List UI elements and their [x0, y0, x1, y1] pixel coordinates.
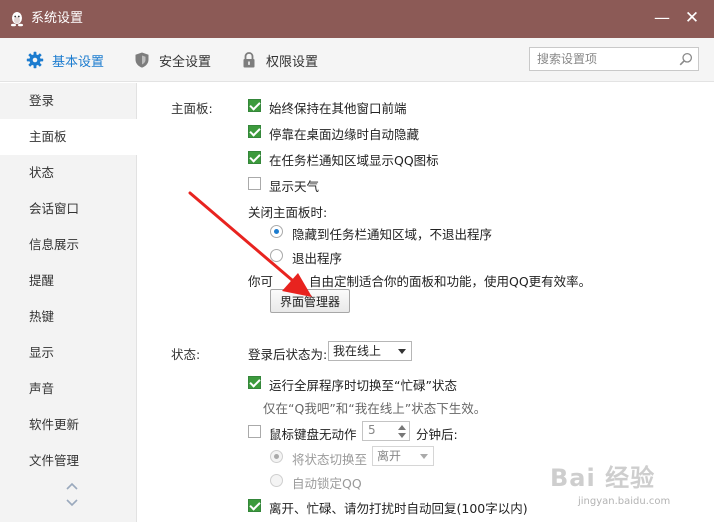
chevron-up-icon[interactable] — [65, 481, 79, 491]
baidu-watermark: Bai 经验 jingyan.baidu.com — [550, 456, 710, 516]
sidebar-item-chat-window[interactable]: 会话窗口 — [0, 191, 137, 227]
hide-to-tray-label: 隐藏到任务栏通知区域，不退出程序 — [292, 227, 493, 242]
settings-sidebar: 登录 主面板 状态 会话窗口 信息展示 提醒 热键 显示 声音 软件更新 文件管… — [0, 83, 137, 522]
idle-switch-status-select[interactable]: 离开 — [372, 446, 434, 466]
checkbox-auto-reply[interactable] — [248, 499, 261, 512]
settings-search-box — [529, 47, 699, 71]
lock-icon — [243, 52, 255, 68]
idle-switch-status-value: 离开 — [377, 449, 402, 463]
sidebar-item-hotkeys[interactable]: 热键 — [0, 299, 137, 335]
watermark-text: Bai 经验 — [550, 464, 656, 492]
idle-minutes-stepper[interactable]: 5 — [362, 421, 410, 441]
customize-hint-text: 自由定制适合你的面板和功能，使用QQ更有效率。 — [309, 274, 592, 289]
checkbox-auto-hide-edge[interactable] — [248, 125, 261, 138]
stepper-up-icon[interactable] — [398, 425, 406, 430]
interface-manager-button[interactable]: 界面管理器 — [270, 289, 350, 313]
exit-program-label: 退出程序 — [292, 251, 343, 266]
qq-penguin-icon — [10, 12, 24, 27]
always-on-top-label: 始终保持在其他窗口前端 — [269, 101, 407, 116]
gear-icon — [26, 51, 44, 69]
idle-detect-label: 鼠标键盘无动作 — [269, 427, 357, 442]
sidebar-item-main-panel[interactable]: 主面板 — [0, 119, 137, 155]
tab-basic-settings[interactable]: 基本设置 — [26, 38, 104, 82]
watermark-url: jingyan.baidu.com — [578, 496, 671, 507]
idle-minutes-value: 5 — [368, 423, 376, 437]
close-button[interactable]: ✕ — [682, 8, 702, 28]
radio-hide-to-tray[interactable] — [270, 225, 283, 238]
chevron-down-icon[interactable] — [65, 498, 79, 508]
fullscreen-busy-label: 运行全屏程序时切换至“忙碌”状态 — [269, 378, 457, 393]
search-input[interactable] — [530, 48, 676, 70]
sidebar-item-sound[interactable]: 声音 — [0, 371, 137, 407]
show-weather-label: 显示天气 — [269, 179, 320, 194]
idle-minutes-suffix: 分钟后: — [416, 427, 458, 442]
radio-idle-switch-status[interactable] — [270, 450, 283, 463]
sidebar-item-software-update[interactable]: 软件更新 — [0, 407, 137, 443]
fullscreen-busy-note: 仅在“Q我吧”和“我在线上”状态下生效。 — [263, 401, 487, 416]
after-login-status-value: 我在线上 — [333, 344, 382, 358]
radio-idle-lock-qq[interactable] — [270, 474, 283, 487]
checkbox-always-on-top[interactable] — [248, 99, 261, 112]
auto-reply-label: 离开、忙碌、请勿打扰时自动回复(100字以内) — [269, 501, 528, 516]
status-section-label: 状态: — [171, 347, 201, 362]
close-main-panel-label: 关闭主面板时: — [248, 205, 328, 220]
tab-permission-settings[interactable]: 权限设置 — [240, 38, 318, 82]
dropdown-caret-icon — [420, 454, 428, 459]
radio-exit-program[interactable] — [270, 249, 283, 262]
sidebar-item-info-display[interactable]: 信息展示 — [0, 227, 137, 263]
checkbox-show-tray-icon[interactable] — [248, 151, 261, 164]
checkbox-show-weather[interactable] — [248, 177, 261, 190]
sidebar-item-reminder[interactable]: 提醒 — [0, 263, 137, 299]
sidebar-item-display[interactable]: 显示 — [0, 335, 137, 371]
after-login-status-select[interactable]: 我在线上 — [328, 341, 412, 361]
minimize-button[interactable]: — — [652, 8, 672, 28]
dropdown-caret-icon — [398, 349, 406, 354]
idle-lock-qq-label: 自动锁定QQ — [292, 476, 362, 491]
shield-icon — [135, 52, 149, 68]
after-login-status-label: 登录后状态为: — [248, 347, 328, 362]
checkbox-fullscreen-busy[interactable] — [248, 376, 261, 389]
tab-label: 基本设置 — [52, 54, 105, 70]
auto-hide-edge-label: 停靠在桌面边缘时自动隐藏 — [269, 127, 420, 142]
sidebar-item-login[interactable]: 登录 — [0, 83, 137, 119]
sidebar-item-status[interactable]: 状态 — [0, 155, 137, 191]
window-title: 系统设置 — [31, 11, 84, 26]
show-tray-icon-label: 在任务栏通知区域显示QQ图标 — [269, 153, 439, 168]
stepper-down-icon[interactable] — [398, 433, 406, 438]
customize-hint-prefix: 你可 — [248, 274, 274, 289]
tab-label: 权限设置 — [266, 54, 319, 70]
title-bar: 系统设置 — ✕ — [0, 0, 714, 38]
main-panel-section-label: 主面板: — [171, 101, 213, 116]
tab-label: 安全设置 — [159, 54, 212, 70]
search-icon[interactable] — [679, 52, 693, 66]
checkbox-idle-detect[interactable] — [248, 425, 261, 438]
sidebar-item-file-management[interactable]: 文件管理 — [0, 443, 137, 479]
tab-security-settings[interactable]: 安全设置 — [133, 38, 211, 82]
idle-switch-status-label: 将状态切换至 — [292, 452, 368, 467]
